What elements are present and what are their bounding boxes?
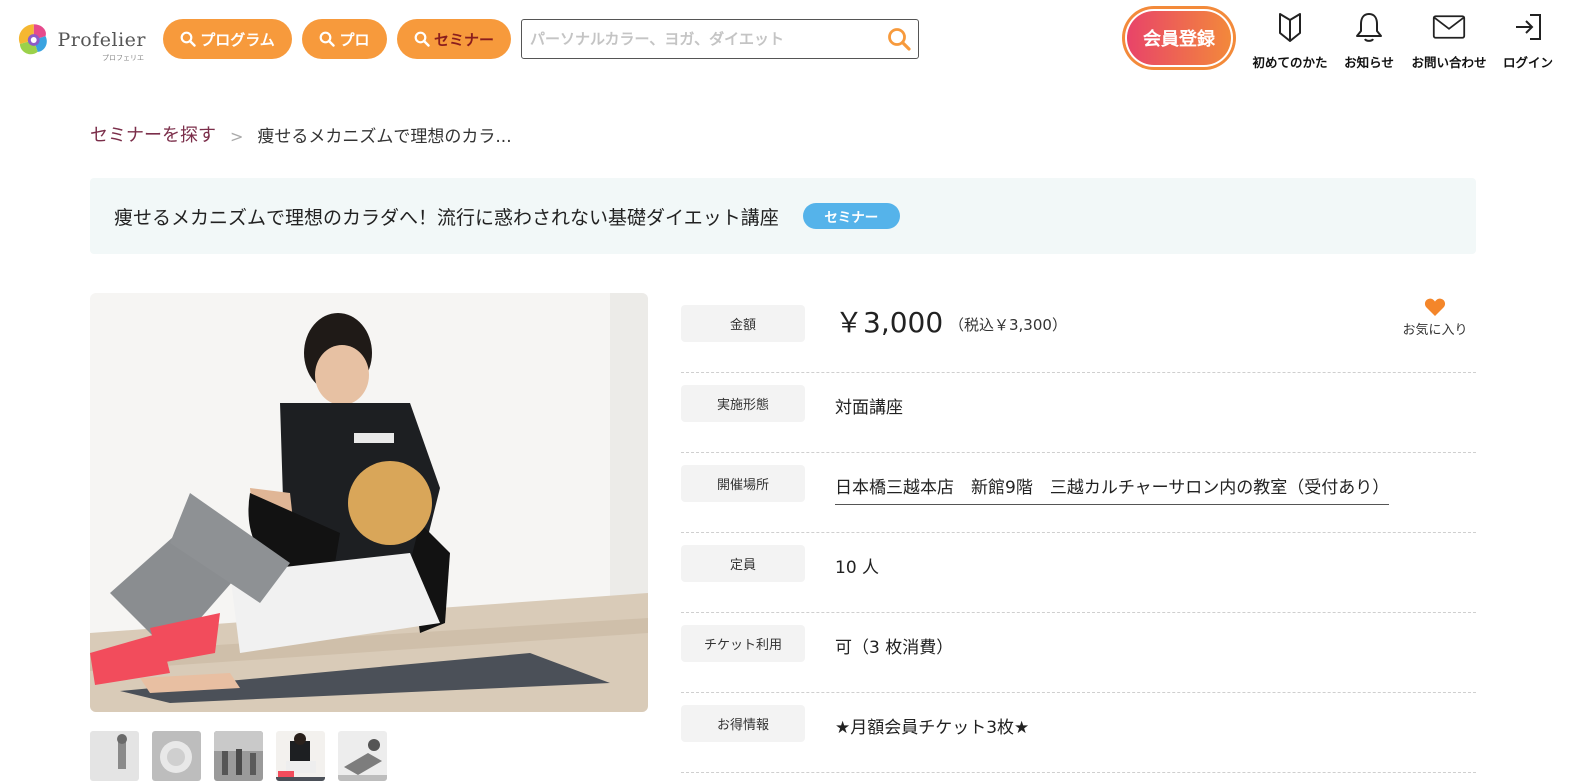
detail-row-format: 実施形態 対面講座 [681, 373, 1476, 453]
seminar-photo-image [90, 293, 648, 712]
nav-first-time-label: 初めてのかた [1252, 55, 1328, 70]
category-badge: セミナー [802, 203, 900, 229]
bell-icon [1356, 13, 1382, 42]
detail-row-price: 金額 ￥3,000 （税込￥3,300） お気に入り [681, 293, 1476, 373]
favorite-button[interactable]: お気に入り [1400, 297, 1470, 338]
search-seminar-button[interactable]: セミナー [397, 19, 511, 59]
nav-contact[interactable]: お問い合わせ [1410, 10, 1488, 72]
nav-login[interactable]: ログイン [1500, 10, 1556, 72]
venue-label: 開催場所 [681, 465, 805, 502]
search-program-button[interactable]: プログラム [163, 19, 292, 59]
search-program-label: プログラム [200, 30, 275, 49]
heart-icon [1424, 298, 1446, 316]
search-icon [414, 31, 430, 47]
thumbnail-4[interactable] [276, 731, 325, 781]
main-photo [90, 293, 648, 712]
nav-login-label: ログイン [1502, 55, 1553, 70]
nav-notices[interactable]: お知らせ [1340, 10, 1398, 72]
thumbnail-1[interactable] [90, 731, 139, 781]
detail-row-venue: 開催場所 日本橋三越本店 新館9階 三越カルチャーサロン内の教室（受付あり） [681, 453, 1476, 533]
nav-first-time[interactable]: 初めてのかた [1252, 10, 1328, 72]
nav-contact-label: お問い合わせ [1411, 55, 1487, 70]
site-header: Profelier プロフェリエ プログラム プロ セミナー 会員登録 [0, 0, 1574, 82]
detail-row-deal: お得情報 ★月額会員チケット3枚★ [681, 693, 1476, 773]
page-title: 痩せるメカニズムで理想のカラダへ！流行に惑わされない基礎ダイエット講座 [114, 206, 779, 229]
capacity-label: 定員 [681, 545, 805, 582]
format-label: 実施形態 [681, 385, 805, 422]
format-value: 対面講座 [835, 398, 903, 418]
search-icon [320, 31, 336, 47]
site-logo[interactable]: Profelier プロフェリエ [16, 20, 146, 62]
logo-subtext: プロフェリエ [102, 54, 144, 62]
breadcrumb-current: 痩せるメカニズムで理想のカラ... [257, 126, 512, 147]
detail-row-ticket: チケット利用 可（3 枚消費） [681, 613, 1476, 693]
detail-row-capacity: 定員 10 人 [681, 533, 1476, 613]
ticket-value: 可（3 枚消費） [835, 638, 954, 658]
favorite-label: お気に入り [1402, 323, 1468, 338]
thumbnail-2[interactable] [152, 731, 201, 781]
login-icon [1516, 14, 1541, 40]
envelope-icon [1432, 15, 1466, 39]
keyword-search [521, 19, 919, 59]
nav-notices-label: お知らせ [1344, 55, 1394, 70]
register-button[interactable]: 会員登録 [1125, 9, 1233, 67]
beginner-mark-icon [1279, 13, 1301, 42]
thumbnail-3[interactable] [214, 731, 263, 781]
search-input[interactable] [528, 25, 882, 53]
logo-mark-icon [18, 24, 47, 55]
deal-label: お得情報 [681, 705, 805, 742]
logo-text: Profelier [57, 29, 146, 51]
deal-value: ★月額会員チケット3枚★ [835, 718, 1030, 738]
price-value: ￥3,000 [835, 306, 944, 339]
seminar-details: 金額 ￥3,000 （税込￥3,300） お気に入り 実施形態 対面講座 開催場… [681, 293, 1476, 773]
search-icon [180, 31, 196, 47]
capacity-value: 10 人 [835, 558, 880, 578]
breadcrumb: セミナーを探す > 痩せるメカニズムで理想のカラ... [90, 120, 512, 148]
price-label: 金額 [681, 305, 805, 342]
breadcrumb-parent-link[interactable]: セミナーを探す [90, 121, 216, 147]
search-pro-button[interactable]: プロ [302, 19, 387, 59]
seminar-title-bar: 痩せるメカニズムで理想のカラダへ！流行に惑わされない基礎ダイエット講座 セミナー [90, 178, 1476, 254]
breadcrumb-separator: > [230, 126, 244, 146]
ticket-label: チケット利用 [681, 625, 805, 662]
search-pro-label: プロ [339, 30, 370, 49]
search-submit-icon[interactable] [886, 26, 912, 52]
photo-thumbnails [90, 731, 400, 781]
thumbnail-5[interactable] [338, 731, 387, 781]
venue-link[interactable]: 日本橋三越本店 新館9階 三越カルチャーサロン内の教室（受付あり） [835, 473, 1390, 505]
search-seminar-label: セミナー [433, 30, 494, 49]
price-tax-included: （税込￥3,300） [949, 316, 1067, 334]
